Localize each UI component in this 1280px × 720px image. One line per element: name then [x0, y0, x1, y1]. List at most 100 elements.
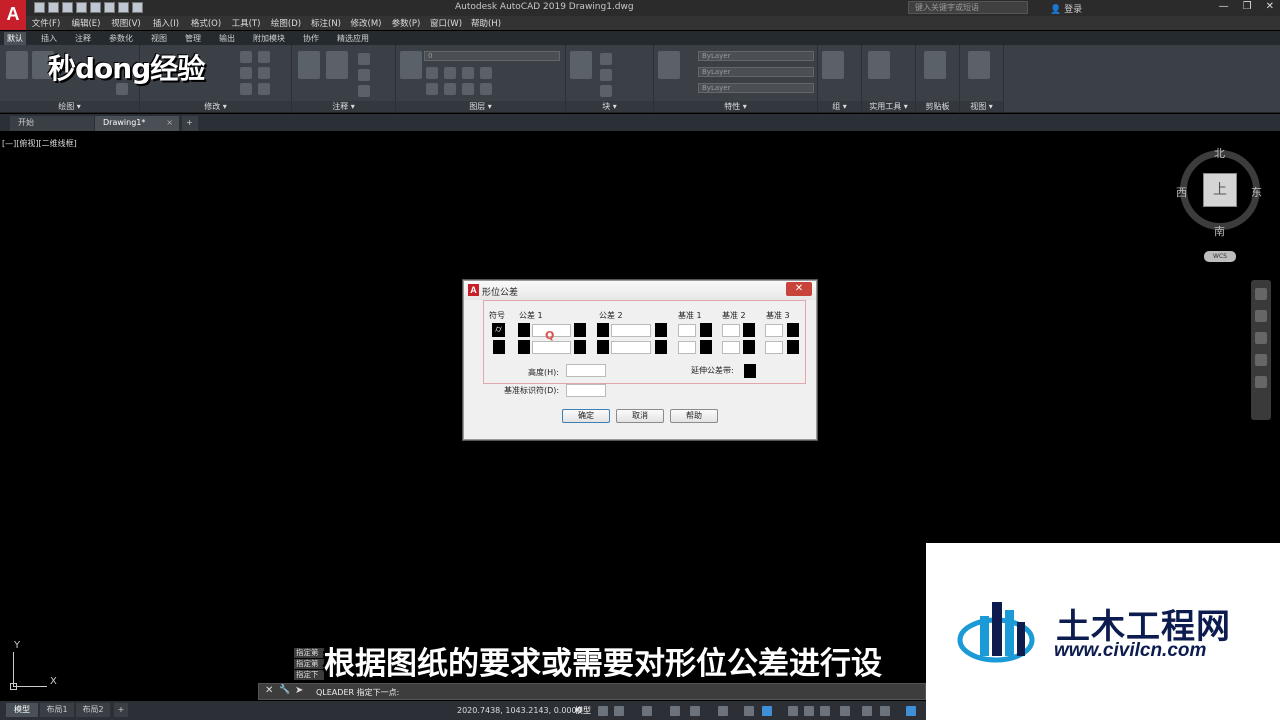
- datum3-field[interactable]: [765, 324, 783, 337]
- minimize-button[interactable]: —: [1219, 1, 1229, 12]
- osnap-icon[interactable]: [690, 706, 700, 716]
- selection-cycling-icon[interactable]: [788, 706, 798, 716]
- projected-zone-toggle[interactable]: [744, 364, 756, 378]
- trim-icon[interactable]: [258, 51, 270, 63]
- tab-collaborate[interactable]: 协作: [300, 32, 322, 45]
- panel-utilities-title[interactable]: 实用工具 ▾: [862, 101, 915, 112]
- symbol-2[interactable]: [493, 340, 505, 354]
- panel-block-title[interactable]: 块 ▾: [566, 101, 653, 112]
- layer-properties-icon[interactable]: [400, 51, 422, 79]
- viewport-controls[interactable]: [—][俯视][二维线框]: [2, 138, 77, 149]
- panel-view-title[interactable]: 视图 ▾: [960, 101, 1003, 112]
- diameter-toggle-1[interactable]: [518, 323, 530, 337]
- leader-icon[interactable]: [358, 69, 370, 81]
- cancel-button[interactable]: 取消: [616, 409, 664, 423]
- tab-layout1[interactable]: 布局1: [40, 703, 74, 717]
- orbit-icon[interactable]: [1255, 354, 1267, 366]
- base-view-icon[interactable]: [968, 51, 990, 79]
- datum3-row2-condition[interactable]: [787, 340, 799, 354]
- model-space-button[interactable]: 模型: [575, 705, 591, 716]
- material-condition-2[interactable]: [655, 323, 667, 337]
- datum1-row2-field[interactable]: [678, 341, 696, 354]
- undo-icon[interactable]: [118, 2, 129, 13]
- ok-button[interactable]: 确定: [562, 409, 610, 423]
- recent-commands-icon[interactable]: ➤: [295, 685, 303, 696]
- paste-icon[interactable]: [924, 51, 946, 79]
- tolerance2-value-field[interactable]: [611, 324, 651, 337]
- menu-edit[interactable]: 编辑(E): [66, 16, 106, 30]
- selection-filter-icon[interactable]: [840, 706, 850, 716]
- ortho-icon[interactable]: [642, 706, 652, 716]
- tab-addins[interactable]: 附加模块: [250, 32, 288, 45]
- annotation-visibility-icon[interactable]: [880, 706, 890, 716]
- dynamic-ucs-icon[interactable]: [820, 706, 830, 716]
- linetype-dropdown[interactable]: ByLayer: [698, 83, 814, 93]
- menu-view[interactable]: 视图(V): [106, 16, 146, 30]
- menu-draw[interactable]: 绘图(D): [266, 16, 306, 30]
- layer-tool-icon[interactable]: [426, 67, 438, 79]
- tab-featured-apps[interactable]: 精选应用: [334, 32, 372, 45]
- panel-layers-title[interactable]: 图层 ▾: [396, 101, 565, 112]
- lineweight-dropdown[interactable]: ByLayer: [698, 67, 814, 77]
- layer-tool-icon[interactable]: [480, 83, 492, 95]
- save-icon[interactable]: [62, 2, 73, 13]
- 3d-osnap-icon[interactable]: [804, 706, 814, 716]
- dialog-titlebar[interactable]: A 形位公差 ✕: [464, 281, 816, 300]
- menu-format[interactable]: 格式(O): [186, 16, 226, 30]
- datum3-condition[interactable]: [787, 323, 799, 337]
- tab-parametric[interactable]: 参数化: [106, 32, 136, 45]
- datum1-field[interactable]: [678, 324, 696, 337]
- login-button[interactable]: 👤 登录: [1050, 2, 1082, 15]
- menu-window[interactable]: 窗口(W): [426, 16, 466, 30]
- datum1-condition[interactable]: [700, 323, 712, 337]
- text-icon[interactable]: [298, 51, 320, 79]
- web-icon[interactable]: [90, 2, 101, 13]
- insert-block-icon[interactable]: [570, 51, 592, 79]
- move-icon[interactable]: [240, 51, 252, 63]
- compass-south[interactable]: 南: [1214, 223, 1225, 239]
- tab-model[interactable]: 模型: [6, 703, 38, 717]
- match-properties-icon[interactable]: [658, 51, 680, 79]
- table-icon[interactable]: [358, 85, 370, 97]
- tab-manage[interactable]: 管理: [182, 32, 204, 45]
- add-layout-button[interactable]: +: [114, 703, 128, 717]
- panel-modify-title[interactable]: 修改 ▾: [140, 101, 291, 112]
- gizmo-icon[interactable]: [862, 706, 872, 716]
- menu-tools[interactable]: 工具(T): [226, 16, 266, 30]
- menu-dimension[interactable]: 标注(N): [306, 16, 346, 30]
- tolerance1-row2-field[interactable]: [532, 341, 571, 354]
- tab-default[interactable]: 默认: [4, 31, 26, 45]
- datum-identifier-field[interactable]: [566, 384, 606, 397]
- otrack-icon[interactable]: [718, 706, 728, 716]
- compass-north[interactable]: 北: [1214, 145, 1225, 161]
- dimension-icon[interactable]: [326, 51, 348, 79]
- app-menu-button[interactable]: A: [0, 0, 26, 30]
- menu-parametric[interactable]: 参数(P): [386, 16, 426, 30]
- compass-east[interactable]: 东: [1251, 184, 1262, 200]
- search-input[interactable]: 键入关键字或短语: [908, 1, 1028, 14]
- new-icon[interactable]: [34, 2, 45, 13]
- diameter-toggle-4[interactable]: [597, 340, 609, 354]
- menu-modify[interactable]: 修改(M): [346, 16, 386, 30]
- pan-icon[interactable]: [1255, 310, 1267, 322]
- zoom-extents-icon[interactable]: [1255, 332, 1267, 344]
- wcs-menu[interactable]: WCS: [1204, 251, 1236, 262]
- datum2-row2-field[interactable]: [722, 341, 740, 354]
- restore-button[interactable]: ❐: [1243, 1, 1252, 12]
- panel-clipboard-title[interactable]: 剪贴板: [916, 101, 959, 112]
- layer-dropdown[interactable]: 0: [424, 51, 560, 61]
- command-line[interactable]: ✕ 🔧 ➤ QLEADER 指定下一点:: [258, 683, 926, 700]
- dialog-close-button[interactable]: ✕: [786, 282, 812, 296]
- redo-icon[interactable]: [132, 2, 143, 13]
- material-condition-1[interactable]: [574, 323, 586, 337]
- polar-icon[interactable]: [670, 706, 680, 716]
- diameter-toggle-2[interactable]: [597, 323, 609, 337]
- transparency-icon[interactable]: [762, 706, 772, 716]
- material-condition-4[interactable]: [655, 340, 667, 354]
- tab-annotate[interactable]: 注释: [72, 32, 94, 45]
- stretch-icon[interactable]: [240, 83, 252, 95]
- datum2-condition[interactable]: [743, 323, 755, 337]
- workspace-icon[interactable]: [906, 706, 916, 716]
- datum2-field[interactable]: [722, 324, 740, 337]
- new-tab-button[interactable]: +: [182, 116, 198, 131]
